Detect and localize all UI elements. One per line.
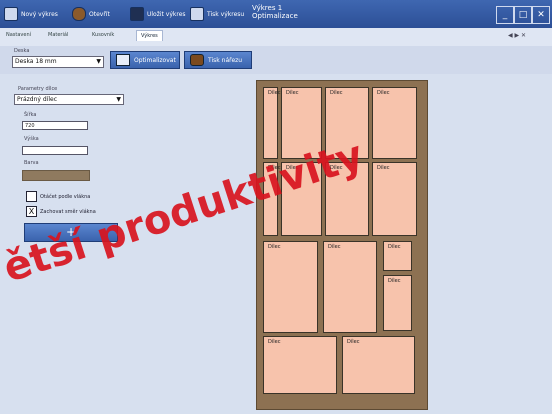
print-cut-label: Tisk nářezu <box>208 56 243 64</box>
open-label: Otevřít <box>89 10 110 18</box>
maximize-button[interactable]: □ <box>514 6 532 24</box>
chevron-down-icon: ▼ <box>116 96 121 103</box>
tab-parts-list[interactable]: Kusovník <box>92 32 114 38</box>
part-preset-select[interactable]: Prázdný dílec ▼ <box>14 94 124 105</box>
board-piece[interactable]: Dílec <box>383 275 412 331</box>
save-drawing-button[interactable]: Uložit výkres <box>130 6 186 22</box>
width-label: Šířka <box>24 112 37 118</box>
open-button[interactable]: Otevřít <box>72 6 110 22</box>
height-label: Výška <box>24 136 39 142</box>
rotate-grain-checkbox[interactable] <box>26 191 37 202</box>
new-document-icon <box>4 7 18 21</box>
tab-drawing[interactable]: Výkres <box>136 30 163 41</box>
material-select-value: Deska 18 mm <box>15 58 57 65</box>
optimize-label: Optimalizovat <box>134 56 176 64</box>
material-select[interactable]: Deska 18 mm ▼ <box>12 56 104 68</box>
print-cut-icon <box>190 54 204 66</box>
drawing-toolbar: Deska Deska 18 mm ▼ Optimalizovat Tisk n… <box>0 46 552 74</box>
tab-material[interactable]: Materiál <box>48 32 68 38</box>
board-piece[interactable]: Dílec <box>263 87 280 159</box>
save-icon <box>130 7 144 21</box>
board-piece[interactable]: Dílec <box>263 336 337 394</box>
new-drawing-button[interactable]: Nový výkres <box>4 6 58 22</box>
app-toolbar: Nový výkres Otevřít Uložit výkres Tisk v… <box>0 0 552 28</box>
minimize-button[interactable]: _ <box>496 6 514 24</box>
open-folder-icon <box>72 7 86 21</box>
board-piece[interactable]: Dílec <box>372 162 417 236</box>
material-label: Deska <box>14 48 30 54</box>
close-button[interactable]: ✕ <box>532 6 550 24</box>
keep-grain-label: Zachovat směr vlákna <box>40 209 96 215</box>
window-title-line2: Optimalizace <box>252 12 298 20</box>
tab-settings[interactable]: Nastavení <box>6 32 31 38</box>
color-swatch[interactable] <box>22 170 90 181</box>
board-piece[interactable]: Dílec <box>323 241 377 333</box>
board-piece[interactable]: Dílec <box>383 241 412 271</box>
part-preset-value: Prázdný dílec <box>17 96 58 103</box>
board-piece[interactable]: Dílec <box>263 241 318 333</box>
print-icon <box>190 7 204 21</box>
part-group-label: Parametry dílce <box>18 86 58 92</box>
tab-bar: Nastavení Materiál Kusovník Výkres ◀ ▶ ✕ <box>0 28 552 47</box>
optimize-icon <box>116 54 130 66</box>
save-drawing-label: Uložit výkres <box>147 10 186 18</box>
height-input[interactable] <box>22 146 88 155</box>
new-drawing-label: Nový výkres <box>21 10 58 18</box>
rotate-grain-label: Otáčet podle vlákna <box>40 194 91 200</box>
print-cut-button[interactable]: Tisk nářezu <box>184 51 252 69</box>
color-label: Barva <box>24 160 39 166</box>
window-title: Výkres 1 Optimalizace <box>252 4 298 20</box>
width-input[interactable]: 720 <box>22 121 88 130</box>
tab-nav-arrows[interactable]: ◀ ▶ ✕ <box>508 32 526 39</box>
keep-grain-checkbox[interactable]: X <box>26 206 37 217</box>
print-drawing-label: Tisk výkresu <box>207 10 245 18</box>
optimize-button[interactable]: Optimalizovat <box>110 51 180 69</box>
window-title-line1: Výkres 1 <box>252 4 283 12</box>
chevron-down-icon: ▼ <box>96 58 101 65</box>
print-drawing-button[interactable]: Tisk výkresu <box>190 6 244 22</box>
board-piece[interactable]: Dílec <box>342 336 415 394</box>
